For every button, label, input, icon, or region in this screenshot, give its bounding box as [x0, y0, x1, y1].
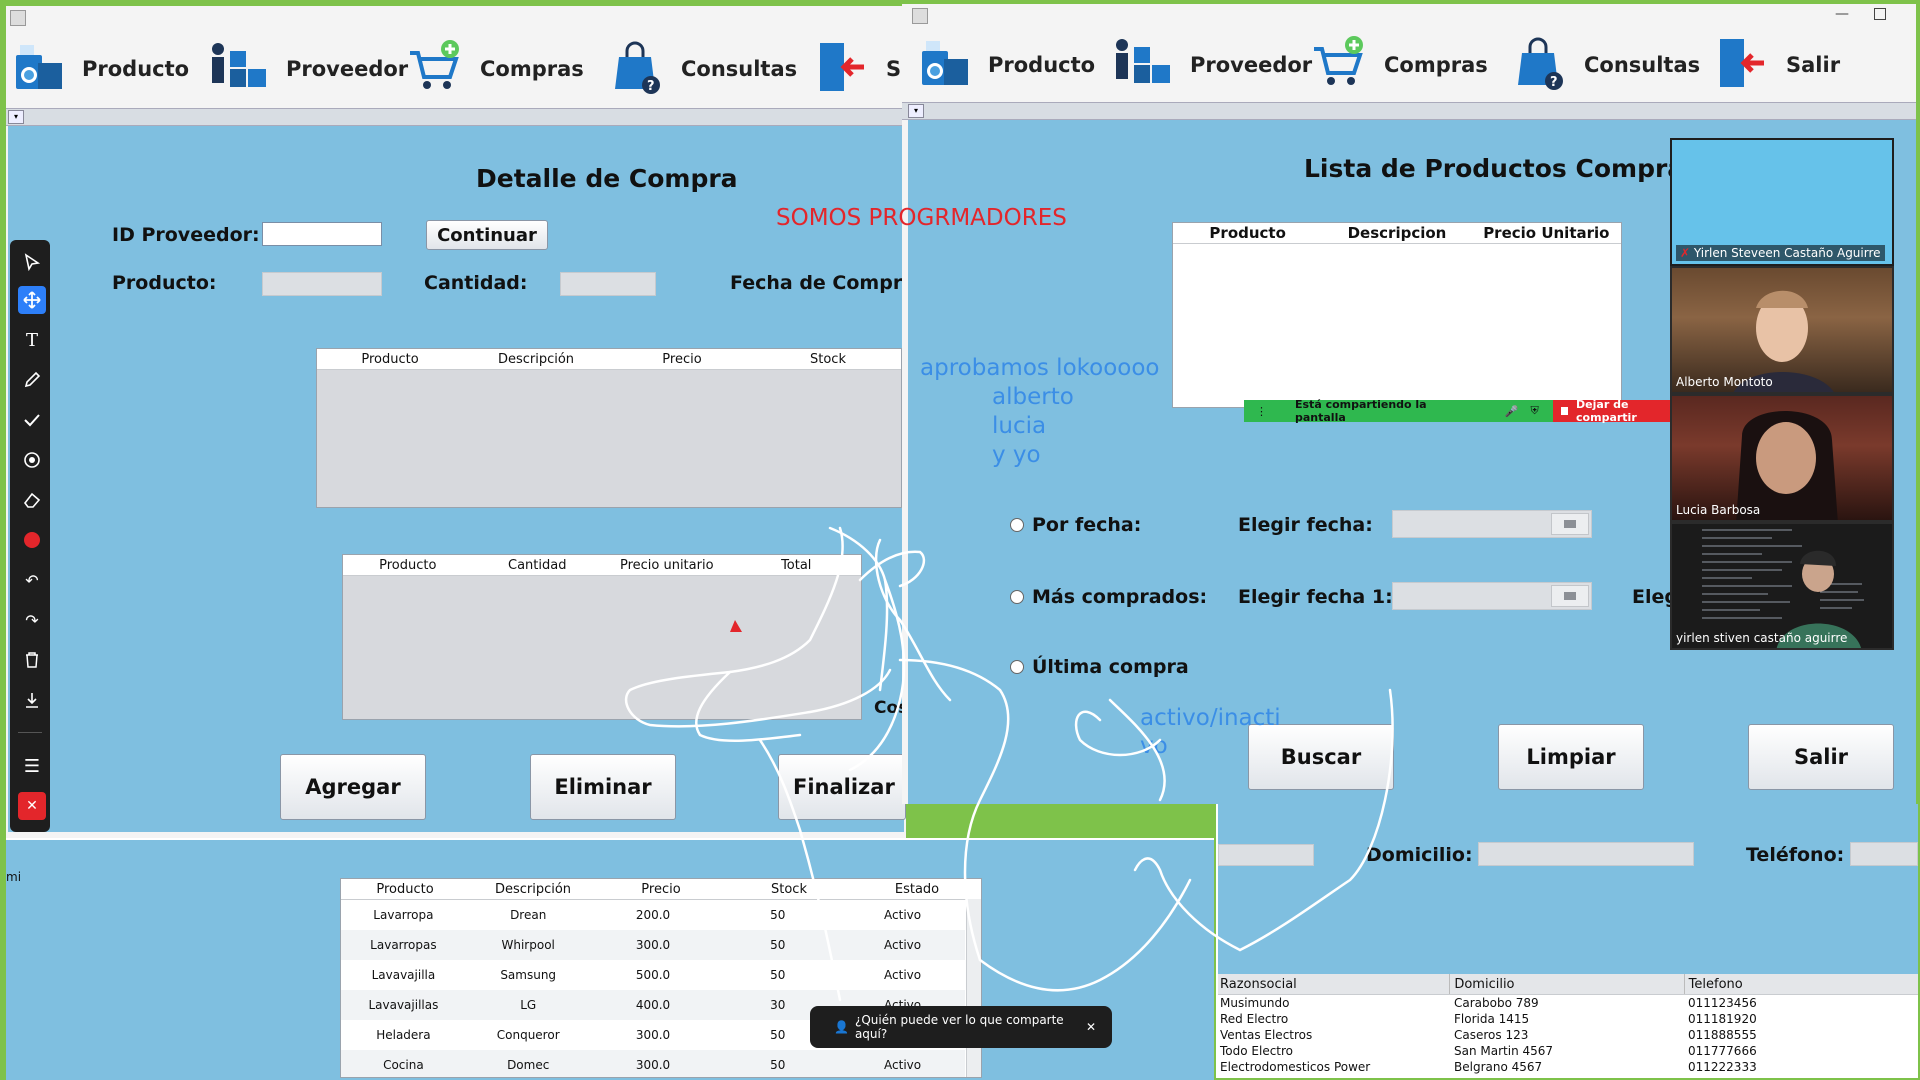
download-icon[interactable]: [18, 686, 46, 714]
undo-icon[interactable]: ↶: [18, 566, 46, 594]
close-icon[interactable]: ✕: [1086, 1020, 1096, 1034]
menu-icon[interactable]: ☰: [18, 752, 46, 780]
pointer-icon[interactable]: [18, 248, 46, 276]
pen-icon[interactable]: [18, 366, 46, 394]
annotation-toolbar: T ↶ ↷ ☰ ✕: [10, 240, 50, 832]
screen-share-bar: ⋮ Está compartiendo la pantalla 🎤 ⛨ Deja…: [1244, 398, 1694, 424]
eraser-icon[interactable]: [18, 486, 46, 514]
participant-name: Lucia Barbosa: [1676, 503, 1761, 517]
participant-tile[interactable]: Alberto Montoto: [1670, 266, 1894, 394]
close-icon[interactable]: ✕: [18, 792, 46, 820]
people-icon: 👤: [834, 1020, 849, 1034]
trash-icon[interactable]: [18, 646, 46, 674]
mic-icon[interactable]: 🎤: [1505, 405, 1519, 418]
participant-name: yirlen stiven castaño aguirre: [1676, 631, 1848, 645]
participant-tile[interactable]: Lucia Barbosa: [1670, 394, 1894, 522]
participant-name: Alberto Montoto: [1676, 375, 1773, 389]
participant-tile[interactable]: ✗ Yirlen Steveen Castaño Aguirre: [1670, 138, 1894, 266]
shield-icon: ⛨: [1530, 404, 1539, 417]
stop-share-label: Dejar de compartir: [1576, 398, 1637, 424]
color-icon[interactable]: [18, 526, 46, 554]
share-status-text: Está compartiendo la pantalla: [1295, 398, 1427, 424]
text-icon[interactable]: T: [18, 326, 46, 354]
move-icon[interactable]: [18, 286, 46, 314]
mic-muted-icon: ✗: [1680, 246, 1694, 260]
grip-icon[interactable]: ⋮: [1256, 405, 1267, 418]
participant-name: ✗ Yirlen Steveen Castaño Aguirre: [1676, 245, 1885, 261]
stop-icon: [1560, 407, 1569, 415]
check-icon[interactable]: [18, 406, 46, 434]
toast-text: ¿Quién puede ver lo que comparte aquí?: [854, 1013, 1064, 1041]
toolbar-divider: [18, 732, 42, 733]
redo-icon[interactable]: ↷: [18, 606, 46, 634]
share-visibility-toast[interactable]: 👤 ¿Quién puede ver lo que comparte aquí?…: [810, 1006, 1112, 1048]
spotlight-icon[interactable]: [18, 446, 46, 474]
freehand-drawing: [624, 526, 1394, 1002]
participant-tile[interactable]: yirlen stiven castaño aguirre: [1670, 522, 1894, 650]
